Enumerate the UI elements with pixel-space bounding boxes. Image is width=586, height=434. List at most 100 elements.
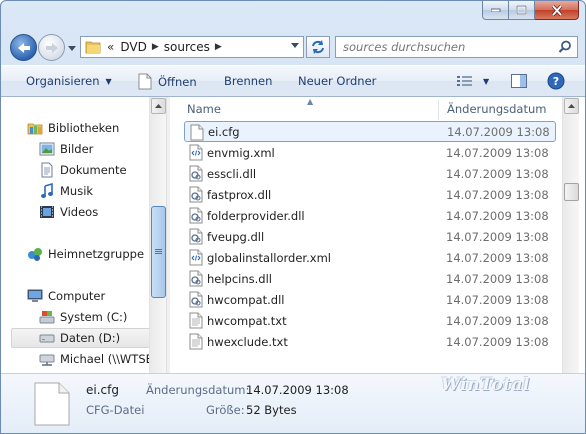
sidebar-item-computer[interactable]: Computer <box>27 286 105 306</box>
address-bar[interactable]: « DVD ▶ sources ▶ <box>80 36 304 58</box>
file-row[interactable]: helpcins.dll 14.07.2009 13:08 <box>184 268 556 289</box>
dll-file-icon <box>189 291 203 308</box>
file-list: ▲ Name Änderungsdatum ei.cfg 14.07.2009 1… <box>170 97 562 373</box>
blank-file-icon <box>34 382 70 426</box>
change-view-button[interactable]: ▼ <box>457 75 489 87</box>
xml-file-icon <box>189 144 203 161</box>
sidebar-item-videos[interactable]: Videos <box>39 202 98 222</box>
pictures-icon <box>39 142 55 156</box>
sidebar-item-label: Computer <box>48 289 106 303</box>
sidebar-item-homegroup[interactable]: Heimnetzgruppe <box>27 244 144 264</box>
chevron-down-icon[interactable] <box>291 43 299 48</box>
file-modified-date: 14.07.2009 13:08 <box>446 271 549 286</box>
file-row[interactable]: ei.cfg 14.07.2009 13:08 <box>184 121 556 142</box>
organize-menu-button[interactable]: Organisieren ▼ <box>26 74 112 88</box>
scrollbar-thumb[interactable] <box>151 206 166 298</box>
breadcrumb-overflow[interactable]: « <box>107 40 114 54</box>
file-row[interactable]: fveupg.dll 14.07.2009 13:08 <box>184 226 556 247</box>
sidebar-item-label: Daten (D:) <box>60 331 121 345</box>
back-button[interactable] <box>10 34 37 61</box>
watermark: WinTotal <box>441 375 530 395</box>
scroll-up-button[interactable] <box>564 98 579 114</box>
modified-label: Änderungsdatum: <box>146 383 250 397</box>
scrollbar-thumb[interactable] <box>564 183 579 201</box>
preview-pane-button[interactable] <box>511 73 527 89</box>
file-modified-date: 14.07.2009 13:08 <box>446 292 549 307</box>
maximize-button[interactable] <box>509 1 535 20</box>
dll-file-icon <box>189 165 203 182</box>
file-row[interactable]: hwexclude.txt 14.07.2009 13:08 <box>184 331 556 352</box>
preview-pane-icon <box>511 74 527 88</box>
open-button[interactable]: Öffnen <box>138 73 197 90</box>
documents-icon <box>41 162 53 178</box>
dll-file-icon <box>189 228 203 245</box>
recent-pages-button[interactable] <box>67 43 77 53</box>
file-modified-date: 14.07.2009 13:08 <box>446 250 549 265</box>
column-header-date[interactable]: Änderungsdatum <box>447 97 546 121</box>
breadcrumb-sources[interactable]: sources <box>164 40 210 54</box>
maximize-icon <box>516 5 527 15</box>
file-row[interactable]: folderprovider.dll 14.07.2009 13:08 <box>184 205 556 226</box>
music-icon <box>41 183 53 198</box>
videos-icon <box>40 206 54 218</box>
chevron-up-icon <box>568 104 575 108</box>
sidebar-item-data-d[interactable]: Daten (D:) <box>11 328 149 348</box>
file-name: esscli.dll <box>207 166 257 181</box>
organize-label: Organisieren <box>26 74 100 88</box>
search-box[interactable] <box>335 36 578 58</box>
breadcrumb-separator-icon[interactable]: ▶ <box>215 42 222 52</box>
column-separator[interactable] <box>438 100 439 120</box>
navigation-pane: Bibliotheken Bilder Dokumente Musik Vide… <box>9 97 149 373</box>
search-input[interactable] <box>343 37 553 57</box>
selected-file-type: CFG-Datei <box>86 403 145 417</box>
file-modified-date: 14.07.2009 13:08 <box>447 124 550 139</box>
file-modified-date: 14.07.2009 13:08 <box>446 208 549 223</box>
caption-buttons <box>482 1 579 21</box>
file-row[interactable]: globalinstallorder.xml 14.07.2009 13:08 <box>184 247 556 268</box>
search-icon[interactable] <box>558 40 572 54</box>
file-row[interactable]: esscli.dll 14.07.2009 13:08 <box>184 163 556 184</box>
dll-file-icon <box>189 207 203 224</box>
sidebar-item-documents[interactable]: Dokumente <box>39 160 127 180</box>
size-label: Größe: <box>206 403 245 417</box>
arrow-right-icon <box>45 42 58 53</box>
sidebar-item-pictures[interactable]: Bilder <box>39 139 93 159</box>
refresh-button[interactable] <box>306 36 330 58</box>
burn-button[interactable]: Brennen <box>224 74 272 88</box>
svg-text:?: ? <box>553 75 559 88</box>
close-button[interactable] <box>535 1 579 20</box>
file-name: ei.cfg <box>208 124 240 139</box>
file-modified-date: 14.07.2009 13:08 <box>446 313 549 328</box>
chevron-down-icon <box>68 45 76 51</box>
file-row[interactable]: envmig.xml 14.07.2009 13:08 <box>184 142 556 163</box>
column-header-name[interactable]: Name <box>187 97 221 121</box>
sidebar-item-music[interactable]: Musik <box>39 181 93 201</box>
dll-file-icon <box>189 270 203 287</box>
help-button[interactable]: ? <box>547 72 565 90</box>
file-row[interactable]: hwcompat.txt 14.07.2009 13:08 <box>184 310 556 331</box>
details-pane: ei.cfg CFG-Datei Änderungsdatum: 14.07.2… <box>1 373 585 433</box>
drive-icon <box>39 334 55 343</box>
sidebar-item-network-drive[interactable]: Michael (\\WTSE <box>39 349 149 369</box>
sidebar-item-label: Musik <box>60 184 94 198</box>
file-row[interactable]: hwcompat.dll 14.07.2009 13:08 <box>184 289 556 310</box>
blank-file-icon <box>138 73 152 90</box>
breadcrumb-separator-icon[interactable]: ▶ <box>152 42 159 52</box>
scroll-up-button[interactable] <box>151 98 166 114</box>
forward-button[interactable] <box>38 34 65 61</box>
new-folder-button[interactable]: Neuer Ordner <box>298 74 376 88</box>
sidebar-item-system-c[interactable]: System (C:) <box>39 307 127 327</box>
xml-file-icon <box>189 249 203 266</box>
navigation-pane-scrollbar[interactable] <box>149 97 166 373</box>
file-name: envmig.xml <box>207 145 275 160</box>
sidebar-item-label: Videos <box>60 205 99 219</box>
file-list-scrollbar[interactable] <box>562 97 579 373</box>
breadcrumb-dvd[interactable]: DVD <box>120 40 146 54</box>
selected-file-name: ei.cfg <box>86 383 119 397</box>
text-file-icon <box>189 312 203 329</box>
sidebar-item-libraries[interactable]: Bibliotheken <box>27 118 119 138</box>
drive-icon <box>39 311 55 324</box>
file-row[interactable]: fastprox.dll 14.07.2009 13:08 <box>184 184 556 205</box>
minimize-button[interactable] <box>482 1 509 20</box>
file-name: hwcompat.txt <box>207 313 287 328</box>
